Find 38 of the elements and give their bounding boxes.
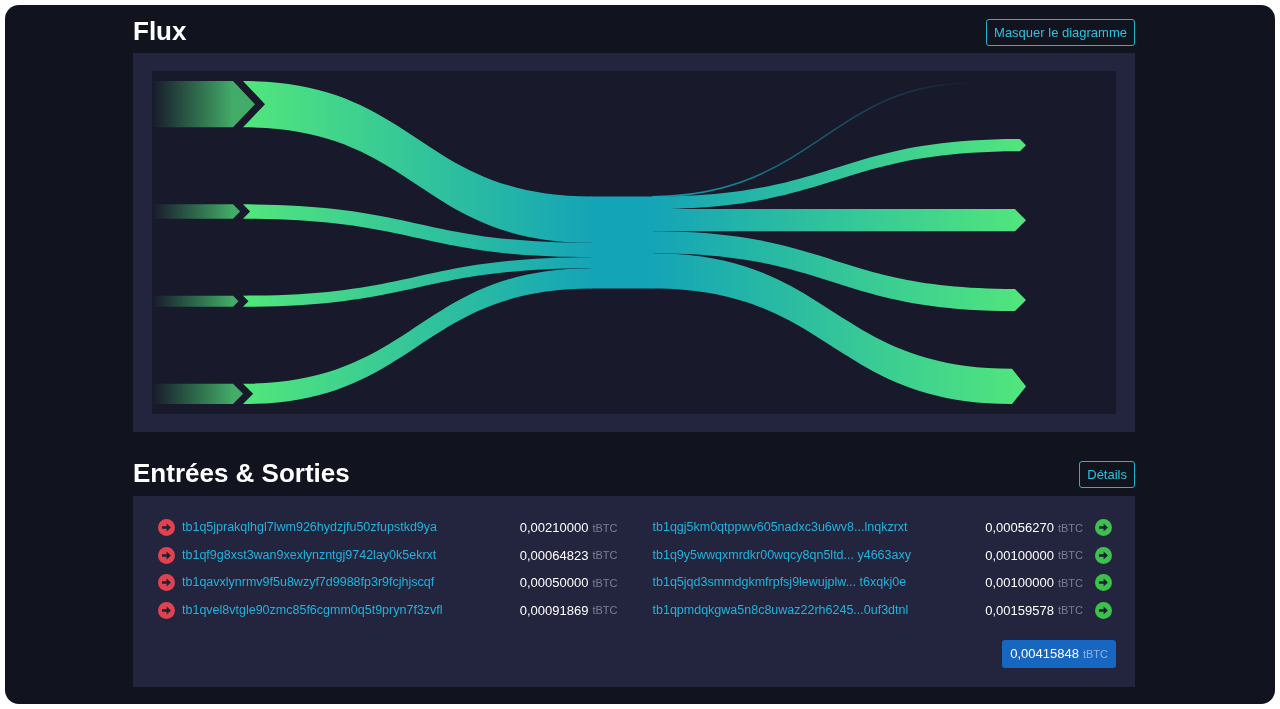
unit-label: tBTC	[1057, 548, 1083, 563]
address-link[interactable]: tb1q9y5wwqxmrdkr00wqcy8qn5ltd... y4663axy	[652, 545, 911, 565]
unit-label: tBTC	[592, 548, 618, 563]
details-button[interactable]: Détails	[1079, 461, 1135, 488]
arrow-circle-icon[interactable]	[158, 574, 175, 592]
arrow-circle-icon[interactable]	[1095, 519, 1112, 537]
address-link[interactable]: tb1qavxlynrmv9f5u8wzyf7d9988fp3r9fcjhjscqf	[182, 573, 435, 593]
address-link[interactable]: tb1qf9g8xst3wan9xexlynzntgj9742lay0k5ekrxt	[182, 545, 437, 565]
amount-text: 0,00100000	[985, 546, 1054, 565]
amount-text: 0,00100000	[985, 574, 1054, 592]
unit-label: tBTC	[1082, 647, 1108, 662]
hide-diagram-button[interactable]: Masquer le diagramme	[986, 19, 1135, 46]
unit-label: tBTC	[592, 520, 618, 536]
arrow-circle-icon[interactable]	[1095, 601, 1112, 619]
unit-label: tBTC	[592, 603, 618, 618]
amount-text: 0,00056270	[985, 519, 1054, 537]
address-link[interactable]: tb1qpmdqkgwa5n8c8uwaz22rh6245...0uf3dtnl	[652, 600, 909, 620]
address-link[interactable]: tb1q5jqd3smmdgkmfrpfsj9lewujplw... t6xqkj0e	[652, 573, 907, 593]
arrow-circle-icon[interactable]	[158, 546, 175, 564]
unit-label: tBTC	[592, 575, 618, 591]
arrow-circle-icon[interactable]	[158, 519, 175, 537]
unit-label: tBTC	[1057, 575, 1083, 591]
arrow-circle-icon[interactable]	[1095, 574, 1112, 592]
arrow-circle-icon[interactable]	[1095, 546, 1112, 564]
address-link[interactable]: tb1qgj5km0qtppwv605nadxc3u6wv8...lnqkzrxt	[652, 518, 908, 538]
amount-text: 0,00050000	[519, 574, 589, 592]
amount-text: 0,00210000	[519, 519, 589, 537]
section-title: Flux	[133, 16, 187, 46]
unit-label: tBTC	[1057, 520, 1083, 536]
total-amount-text: 0,00415848	[1010, 645, 1079, 663]
address-link[interactable]: tb1qvel8vtgle90zmc85f6cgmm0q5t9pryn7f3zvfl	[182, 600, 443, 620]
amount-text: 0,00064823	[519, 546, 589, 565]
section-title: Entrées & Sorties	[133, 458, 350, 488]
unit-label: tBTC	[1057, 603, 1083, 618]
amount-text: 0,00091869	[519, 601, 589, 620]
amount-text: 0,00159578	[985, 601, 1054, 620]
address-link[interactable]: tb1q5jprakqlhgl7lwm926hydzjfu50zfupstkd9ya	[182, 518, 438, 538]
arrow-circle-icon[interactable]	[158, 601, 175, 619]
